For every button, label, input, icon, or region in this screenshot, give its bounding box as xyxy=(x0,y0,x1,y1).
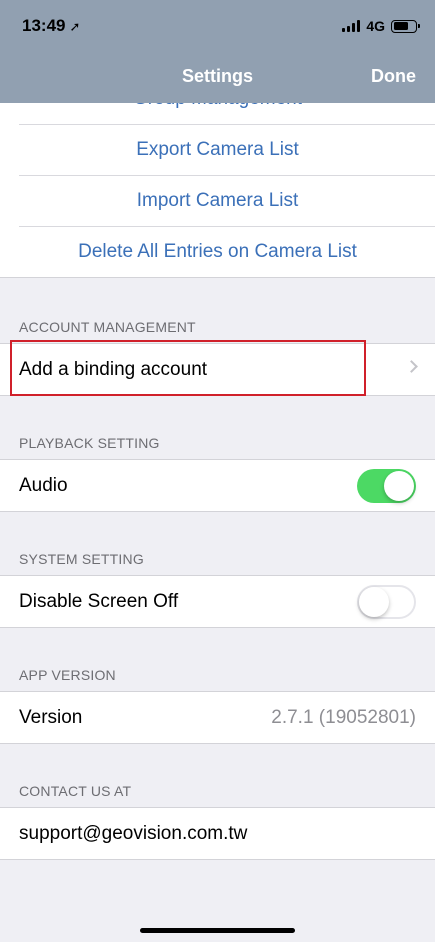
disable-screen-off-label: Disable Screen Off xyxy=(19,590,179,612)
contact-email: support@geovision.com.tw xyxy=(19,822,248,844)
account-management-header: ACCOUNT MANAGEMENT xyxy=(19,319,196,335)
version-row: Version 2.7.1 (19052801) xyxy=(0,692,435,743)
home-indicator[interactable] xyxy=(140,928,295,933)
import-camera-list-row[interactable]: Import Camera List xyxy=(0,175,435,226)
export-camera-list-row[interactable]: Export Camera List xyxy=(0,124,435,175)
add-binding-account-label: Add a binding account xyxy=(19,358,208,380)
app-version-header: APP VERSION xyxy=(19,667,116,683)
page-title: Settings xyxy=(181,66,253,86)
disable-screen-off-toggle[interactable] xyxy=(357,585,416,619)
playback-group: Audio xyxy=(0,459,435,512)
version-label: Version xyxy=(19,706,83,728)
system-group: Disable Screen Off xyxy=(0,575,435,628)
account-group: Add a binding account xyxy=(0,343,435,396)
delete-all-entries-row[interactable]: Delete All Entries on Camera List xyxy=(0,226,435,277)
signal-strength-icon xyxy=(342,20,361,32)
battery-icon xyxy=(391,19,420,33)
audio-toggle[interactable] xyxy=(357,469,416,503)
done-button[interactable]: Done xyxy=(371,66,416,87)
version-value: 2.7.1 (19052801) xyxy=(271,706,416,728)
network-type: 4G xyxy=(366,18,385,34)
add-binding-account-row[interactable]: Add a binding account xyxy=(0,344,435,395)
status-time: 13:49 ➚ xyxy=(22,16,81,35)
chevron-right-icon xyxy=(405,360,418,373)
app-version-group: Version 2.7.1 (19052801) xyxy=(0,691,435,744)
contact-us-header: CONTACT US AT xyxy=(19,783,132,799)
delete-all-entries-label: Delete All Entries on Camera List xyxy=(78,240,357,262)
contact-email-row[interactable]: support@geovision.com.tw xyxy=(0,808,435,859)
contact-group: support@geovision.com.tw xyxy=(0,807,435,860)
navigation-header: 13:49 ➚ 4G Settings Done xyxy=(0,0,435,103)
status-indicators: 4G xyxy=(342,18,420,34)
export-camera-list-label: Export Camera List xyxy=(136,138,299,160)
camera-list-group: Group Management Export Camera List Impo… xyxy=(0,73,435,278)
audio-label: Audio xyxy=(19,474,68,496)
audio-row: Audio xyxy=(0,460,435,511)
import-camera-list-label: Import Camera List xyxy=(136,189,299,211)
disable-screen-off-row: Disable Screen Off xyxy=(0,576,435,627)
system-setting-header: SYSTEM SETTING xyxy=(19,551,144,567)
location-arrow-icon: ➚ xyxy=(69,19,81,34)
playback-setting-header: PLAYBACK SETTING xyxy=(19,435,160,451)
